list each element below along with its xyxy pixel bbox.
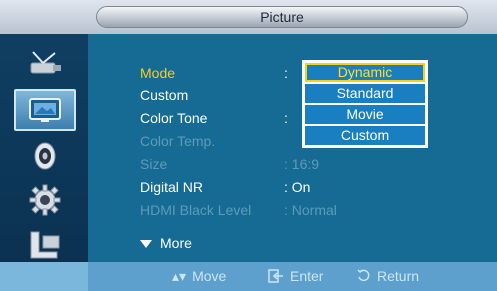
title-bar: Picture [0,0,497,34]
sidebar-item-picture[interactable] [14,89,76,131]
menu-value-digital-nr: : On [284,179,311,195]
help-return: Return [357,262,419,291]
antenna-icon [30,51,61,74]
page-title: Picture [260,9,304,25]
help-move-label: Move [192,268,227,284]
dropdown-option-movie[interactable]: Movie [305,105,425,124]
help-bar-left-cap [0,262,88,291]
menu-item-hdmi-black-level: HDMI Black Level [140,202,252,218]
menu-value-color-tone: : [284,110,288,126]
help-enter-label: Enter [290,268,324,284]
dropdown-option-dynamic[interactable]: Dynamic [305,63,425,82]
menu-item-color-tone[interactable]: Color Tone [140,107,207,129]
menu-value-hdmi-black-level: : Normal [284,202,337,218]
sidebar-item-setup[interactable] [20,182,70,218]
dropdown-option-standard[interactable]: Standard [305,84,425,103]
mode-dropdown: Dynamic Standard Movie Custom [302,60,428,148]
menu-item-custom[interactable]: Custom [140,84,188,106]
sidebar-item-sound[interactable] [20,138,70,174]
menu-item-size: Size [140,156,168,172]
sidebar-item-input[interactable] [20,226,70,262]
help-return-label: Return [377,268,420,284]
more-item[interactable]: More [140,232,192,254]
enter-icon [268,262,284,291]
menu-item-digital-nr[interactable]: Digital NR [140,176,203,198]
input-icon [30,231,60,259]
help-bar: ▴▾ Move Enter Return [0,262,497,291]
return-icon [357,262,371,291]
sidebar-item-channel[interactable] [20,46,70,82]
main-panel: Mode : Custom Color Tone : Color Temp. S… [88,34,497,262]
dropdown-option-custom[interactable]: Custom [305,126,425,145]
picture-icon [29,98,61,122]
sound-icon [34,142,56,170]
help-move: ▴▾ Move [172,262,226,291]
menu-item-color-temp: Color Temp. [140,133,216,149]
setup-gear-icon [29,184,61,216]
menu-value-mode: : [284,65,288,81]
menu-item-mode[interactable]: Mode [140,62,175,84]
sidebar [0,34,88,262]
help-enter: Enter [268,262,323,291]
triangle-down-icon [140,240,152,249]
updown-arrow-icon: ▴▾ [172,268,187,284]
menu-value-size: : 16:9 [284,156,320,172]
more-label: More [160,235,192,251]
